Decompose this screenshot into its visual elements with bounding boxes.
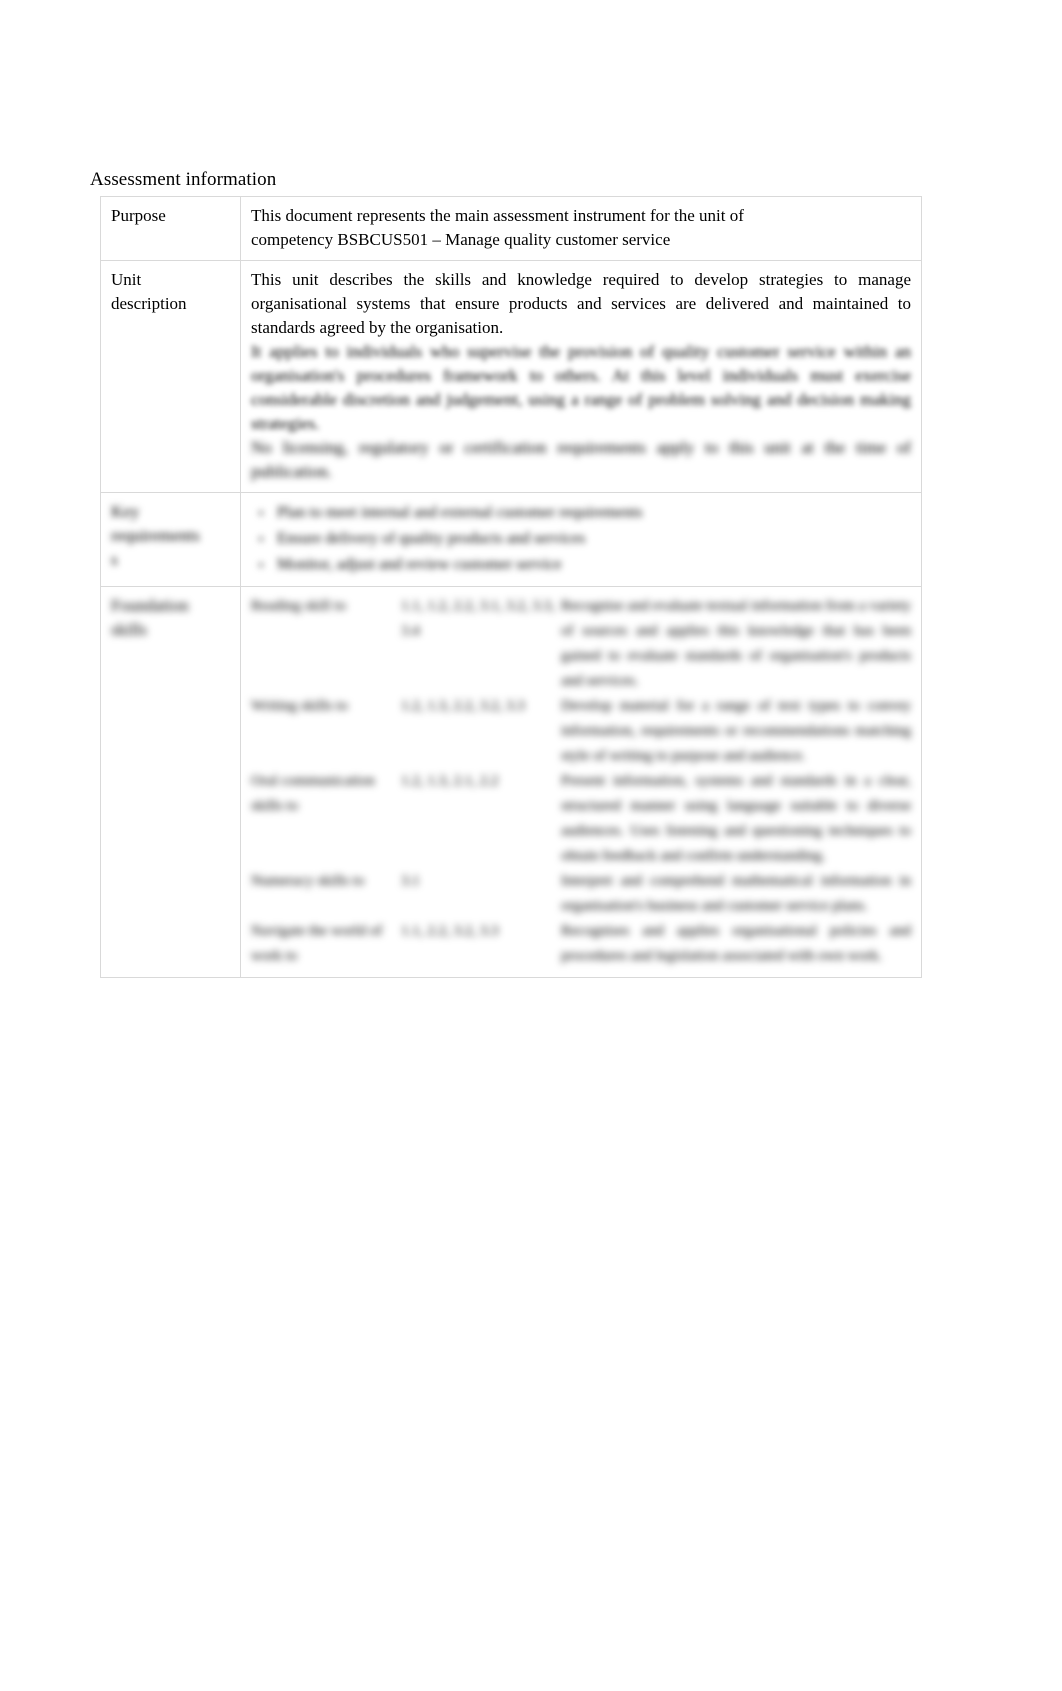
skill-description: Recognises and applies organisational po… [561,923,911,964]
skill-name: Writing skills to [251,698,348,714]
table-row: Writing skills to 1.2, 1.3, 2.2, 3.2, 3.… [251,694,911,769]
list-item: Monitor, adjust and review customer serv… [251,552,911,578]
label-text-line2: skills [111,620,147,639]
table-row: Numeracy skills to 3.1 Interpret and com… [251,869,911,919]
list-item: Plan to meet internal and external custo… [251,500,911,526]
table-row: Navigate the world of work to 1.1, 2.2, … [251,919,911,969]
purpose-line-1: This document represents the main assess… [251,206,744,225]
table-row: Unit description This unit describes the… [100,260,922,493]
skill-name: Reading skill to [251,598,346,614]
table-row: Reading skill to 1.1, 1.2, 2.2, 3.1, 3.2… [251,594,911,694]
skill-codes: 1.1, 1.2, 2.2, 3.1, 3.2, 3.3, 3.4 [401,598,555,639]
label-text: Purpose [111,206,166,225]
row-body-purpose: This document represents the main assess… [240,196,922,261]
unit-description-paragraph-blurred-1: It applies to individuals who supervise … [251,342,911,433]
label-text-line1: Key [111,502,140,521]
table-row: Key requirements s Plan to meet internal… [100,492,922,587]
skill-codes: 3.1 [401,873,420,889]
table-row: Foundation skills Reading skill to 1.1, … [100,586,922,978]
label-text-line2: description [111,294,187,313]
row-label-key-requirements: Key requirements s [100,492,241,587]
label-text-line1: Foundation [111,596,189,615]
table-row: Oral communication skills to 1.2, 1.3, 2… [251,769,911,869]
page-title: Assessment information [90,169,277,190]
row-body-foundation-skills: Reading skill to 1.1, 1.2, 2.2, 3.1, 3.2… [240,586,922,978]
skill-name: Navigate the world of work to [251,923,383,964]
row-label-purpose: Purpose [100,196,241,261]
list-item: Ensure delivery of quality products and … [251,526,911,552]
skill-codes: 1.2, 1.3, 2.1, 2.2 [401,773,499,789]
table-row: Purpose This document represents the mai… [100,196,922,261]
skill-description: Develop material for a range of text typ… [561,698,911,764]
label-text-line3: s [111,550,118,569]
skill-codes: 1.1, 2.2, 3.2, 3.3 [401,923,499,939]
skill-description: Interpret and comprehend mathematical in… [561,873,911,914]
skill-description: Recognise and evaluate textual informati… [561,598,911,689]
row-body-unit-description: This unit describes the skills and knowl… [240,260,922,493]
foundation-skills-table: Reading skill to 1.1, 1.2, 2.2, 3.1, 3.2… [251,594,911,969]
key-requirements-list: Plan to meet internal and external custo… [251,500,911,578]
document-page: Assessment information Purpose This docu… [0,0,1062,1691]
skill-description: Present information, systems and standar… [561,773,911,864]
skill-name: Oral communication skills to [251,773,375,814]
label-text-line1: Unit [111,270,142,289]
skill-name: Numeracy skills to [251,873,365,889]
assessment-information-table: Purpose This document represents the mai… [100,196,922,978]
label-text-line2: requirements [111,526,200,545]
row-label-foundation-skills: Foundation skills [100,586,241,978]
row-label-unit-description: Unit description [100,260,241,493]
unit-description-paragraph-blurred-2: No licensing, regulatory or certificatio… [251,438,911,481]
unit-description-paragraph: This unit describes the skills and knowl… [251,270,911,337]
row-body-key-requirements: Plan to meet internal and external custo… [240,492,922,587]
purpose-line-2: competency BSBCUS501 – Manage quality cu… [251,230,671,249]
skill-codes: 1.2, 1.3, 2.2, 3.2, 3.3 [401,698,525,714]
